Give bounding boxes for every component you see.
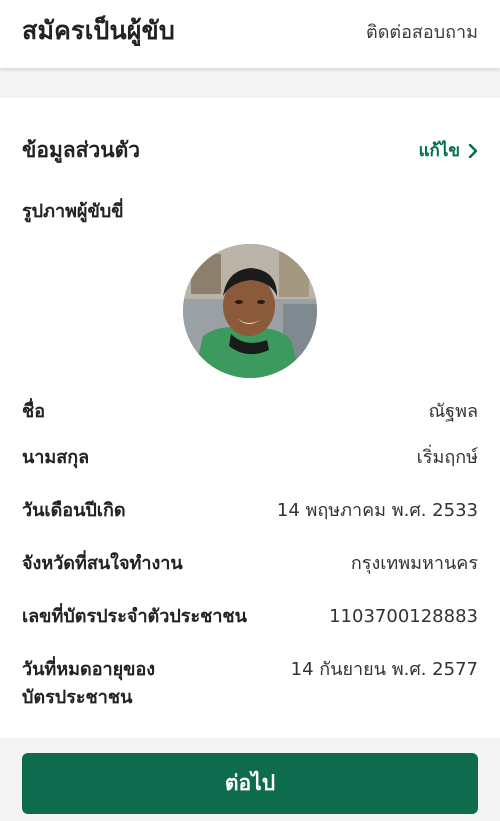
id-number-value: 1103700128883 bbox=[329, 606, 478, 627]
last-name-value: เริ่มฤกษ์ bbox=[416, 447, 478, 468]
province-value: กรุงเทพมหานคร bbox=[350, 553, 478, 574]
info-row-id-number: เลขที่บัตรประจำตัวประชาชน 1103700128883 bbox=[22, 603, 478, 631]
info-row-birthdate: วันเดือนปีเกิด 14 พฤษภาคม พ.ศ. 2533 bbox=[22, 497, 478, 525]
info-row-last-name: นามสกุล เริ่มฤกษ์ bbox=[22, 444, 478, 472]
info-row-province: จังหวัดที่สนใจทำงาน กรุงเทพมหานคร bbox=[22, 550, 478, 578]
chevron-right-icon bbox=[468, 143, 478, 158]
top-bar: สมัครเป็นผู้ขับ ติดต่อสอบถาม bbox=[0, 0, 500, 68]
province-label: จังหวัดที่สนใจทำงาน bbox=[22, 553, 183, 574]
id-expiry-label: วันที่หมดอายุของ บัตรประชาชน bbox=[22, 659, 156, 708]
last-name-label: นามสกุล bbox=[22, 447, 90, 468]
next-button[interactable]: ต่อไป bbox=[22, 753, 478, 814]
section-title: ข้อมูลส่วนตัว bbox=[22, 138, 141, 162]
info-row-first-name: ชื่อ ณัฐพล bbox=[22, 398, 478, 426]
id-number-label: เลขที่บัตรประจำตัวประชาชน bbox=[22, 606, 247, 627]
contact-link[interactable]: ติดต่อสอบถาม bbox=[366, 17, 478, 46]
first-name-label: ชื่อ bbox=[22, 401, 46, 422]
birthdate-label: วันเดือนปีเกิด bbox=[22, 500, 126, 521]
edit-label: แก้ไข bbox=[418, 141, 460, 161]
edit-button[interactable]: แก้ไข bbox=[419, 137, 478, 164]
driver-photo-label: รูปภาพผู้ขับขี่ bbox=[22, 201, 124, 222]
section-header: ข้อมูลส่วนตัว แก้ไข bbox=[22, 134, 478, 167]
first-name-value: ณัฐพล bbox=[428, 401, 478, 422]
personal-info-card: ข้อมูลส่วนตัว แก้ไข รูปภาพผู้ขับขี่ ชื่อ… bbox=[0, 98, 500, 738]
birthdate-value: 14 พฤษภาคม พ.ศ. 2533 bbox=[276, 500, 478, 521]
page-title: สมัครเป็นผู้ขับ bbox=[22, 16, 176, 45]
driver-photo bbox=[183, 244, 317, 378]
id-expiry-value: 14 กันยายน พ.ศ. 2577 bbox=[290, 659, 478, 680]
driver-avatar bbox=[183, 244, 317, 378]
info-row-id-expiry: วันที่หมดอายุของ บัตรประชาชน 14 กันยายน … bbox=[22, 656, 478, 712]
